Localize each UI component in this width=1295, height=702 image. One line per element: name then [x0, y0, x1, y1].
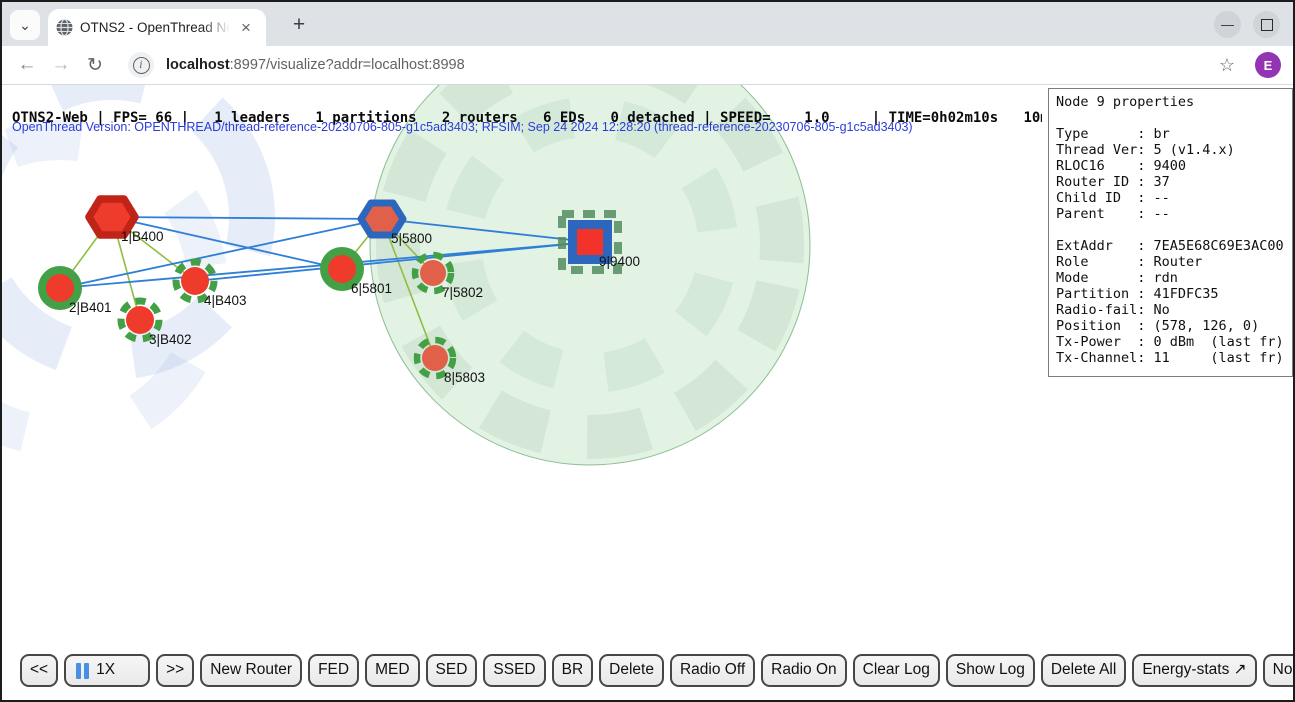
toolbar-button-label: Radio On	[771, 661, 836, 680]
toolbar-button-label: Delete	[609, 661, 654, 680]
node-label: 2|B401	[69, 300, 112, 315]
tab-close-icon[interactable]: ×	[236, 18, 256, 38]
node-properties-title: Node 9 properties	[1056, 94, 1292, 110]
clear-log-button[interactable]: Clear Log	[853, 654, 940, 687]
node-label: 6|5801	[351, 281, 392, 296]
reload-icon: ↻	[87, 55, 103, 76]
energy-stats-button[interactable]: Energy-stats ↗	[1132, 654, 1256, 687]
sed-button[interactable]: SED	[426, 654, 478, 687]
tab-search-chevron-button[interactable]: ⌄	[10, 10, 40, 40]
node-properties-panel: Node 9 properties Type : br Thread Ver: …	[1048, 88, 1293, 377]
router-link	[112, 217, 382, 219]
back-button[interactable]: ←	[10, 54, 44, 76]
toolbar-button-label: Energy-stats ↗	[1142, 661, 1246, 680]
address-bar[interactable]: i localhost:8997/visualize?addr=localhos…	[124, 50, 1245, 80]
new-router-button[interactable]: New Router	[200, 654, 302, 687]
window-maximize-button[interactable]	[1253, 11, 1280, 38]
otns-page: 1|B400 2|B401 3|B402 4|B403 5|5800 6|5801 7|58…	[2, 85, 1293, 700]
med-button[interactable]: MED	[365, 654, 419, 687]
ssed-button[interactable]: SSED	[483, 654, 545, 687]
node-body	[577, 229, 603, 255]
chevron-down-icon: ⌄	[19, 17, 31, 34]
minimize-icon: —	[1221, 17, 1234, 32]
node-1[interactable]: 1|B400	[89, 199, 164, 244]
node-stats-button[interactable]: Node-stats ↗	[1263, 654, 1293, 687]
toolbar-button-label: FED	[318, 661, 349, 680]
toolbar-button-label: 1X	[96, 661, 115, 680]
navigation-bar: ← → ↻ i localhost:8997/visualize?addr=lo…	[2, 46, 1293, 85]
toolbar-button-label: Show Log	[956, 661, 1025, 680]
toolbar-button-label: Node-stats ↗	[1273, 661, 1293, 680]
simulation-toolbar: << 1X >> New Router FED MED SED SSED BR Delete Rad…	[20, 654, 1293, 687]
toolbar-button-label: >>	[166, 661, 184, 680]
node-label: 7|5802	[442, 285, 483, 300]
node-label: 5|5800	[391, 231, 432, 246]
url-path: :8997/visualize?addr=localhost:8998	[230, 57, 465, 73]
delete-all-button[interactable]: Delete All	[1041, 654, 1126, 687]
node-body	[420, 260, 446, 286]
forward-button[interactable]: →	[44, 54, 78, 76]
site-info-button[interactable]: i	[128, 52, 154, 78]
pause-icon	[76, 663, 89, 679]
tab-title: OTNS2 - OpenThread Ne	[80, 19, 230, 37]
node-body	[126, 306, 154, 334]
globe-icon	[56, 19, 73, 36]
tab-title-fade	[202, 19, 230, 37]
url-host: localhost	[166, 57, 230, 73]
maximize-icon	[1261, 19, 1273, 31]
node-label: 3|B402	[149, 332, 192, 347]
delete-button[interactable]: Delete	[599, 654, 664, 687]
node-body	[46, 274, 74, 302]
openthread-version-text: OpenThread Version: OPENTHREAD/thread-re…	[12, 120, 913, 134]
node-label: 8|5803	[444, 370, 485, 385]
radio-off-button[interactable]: Radio Off	[670, 654, 755, 687]
window-minimize-button[interactable]: —	[1214, 11, 1241, 38]
node-body	[422, 345, 448, 371]
bookmark-star-icon[interactable]: ☆	[1219, 55, 1235, 76]
toolbar-button-label: Delete All	[1051, 661, 1116, 680]
browser-window: ⌄ OTNS2 - OpenThread Ne × + — ←	[0, 0, 1295, 702]
toolbar-button-label: MED	[375, 661, 409, 680]
toolbar-button-label: SSED	[493, 661, 535, 680]
url-text: localhost:8997/visualize?addr=localhost:…	[166, 57, 465, 73]
forward-icon: →	[52, 54, 71, 75]
node-label: 1|B400	[121, 229, 164, 244]
new-tab-button[interactable]: +	[286, 12, 312, 38]
radio-on-button[interactable]: Radio On	[761, 654, 846, 687]
tab-strip: ⌄ OTNS2 - OpenThread Ne × + —	[2, 2, 1293, 46]
br-button[interactable]: BR	[552, 654, 594, 687]
node-body	[181, 267, 209, 295]
show-log-button[interactable]: Show Log	[946, 654, 1035, 687]
info-icon: i	[133, 57, 150, 74]
profile-avatar[interactable]: E	[1255, 52, 1281, 78]
toolbar-button-label: <<	[30, 661, 48, 680]
speed-down-button[interactable]: <<	[20, 654, 58, 687]
tab-otns2[interactable]: OTNS2 - OpenThread Ne ×	[48, 9, 266, 46]
reload-button[interactable]: ↻	[78, 54, 112, 77]
node-body	[328, 255, 356, 283]
toolbar-button-label: Clear Log	[863, 661, 930, 680]
back-icon: ←	[18, 54, 37, 75]
node-2[interactable]: 2|B401	[38, 266, 112, 315]
toolbar-button-label: Radio Off	[680, 661, 745, 680]
pause-speed-button[interactable]: 1X	[64, 654, 150, 687]
fed-button[interactable]: FED	[308, 654, 359, 687]
toolbar-button-label: SED	[436, 661, 468, 680]
node-label: 9|9400	[599, 254, 640, 269]
toolbar-button-label: New Router	[210, 661, 292, 680]
speed-up-button[interactable]: >>	[156, 654, 194, 687]
node-properties-text: Type : br Thread Ver: 5 (v1.4.x) RLOC16 …	[1056, 110, 1292, 366]
node-label: 4|B403	[204, 293, 247, 308]
toolbar-button-label: BR	[562, 661, 584, 680]
